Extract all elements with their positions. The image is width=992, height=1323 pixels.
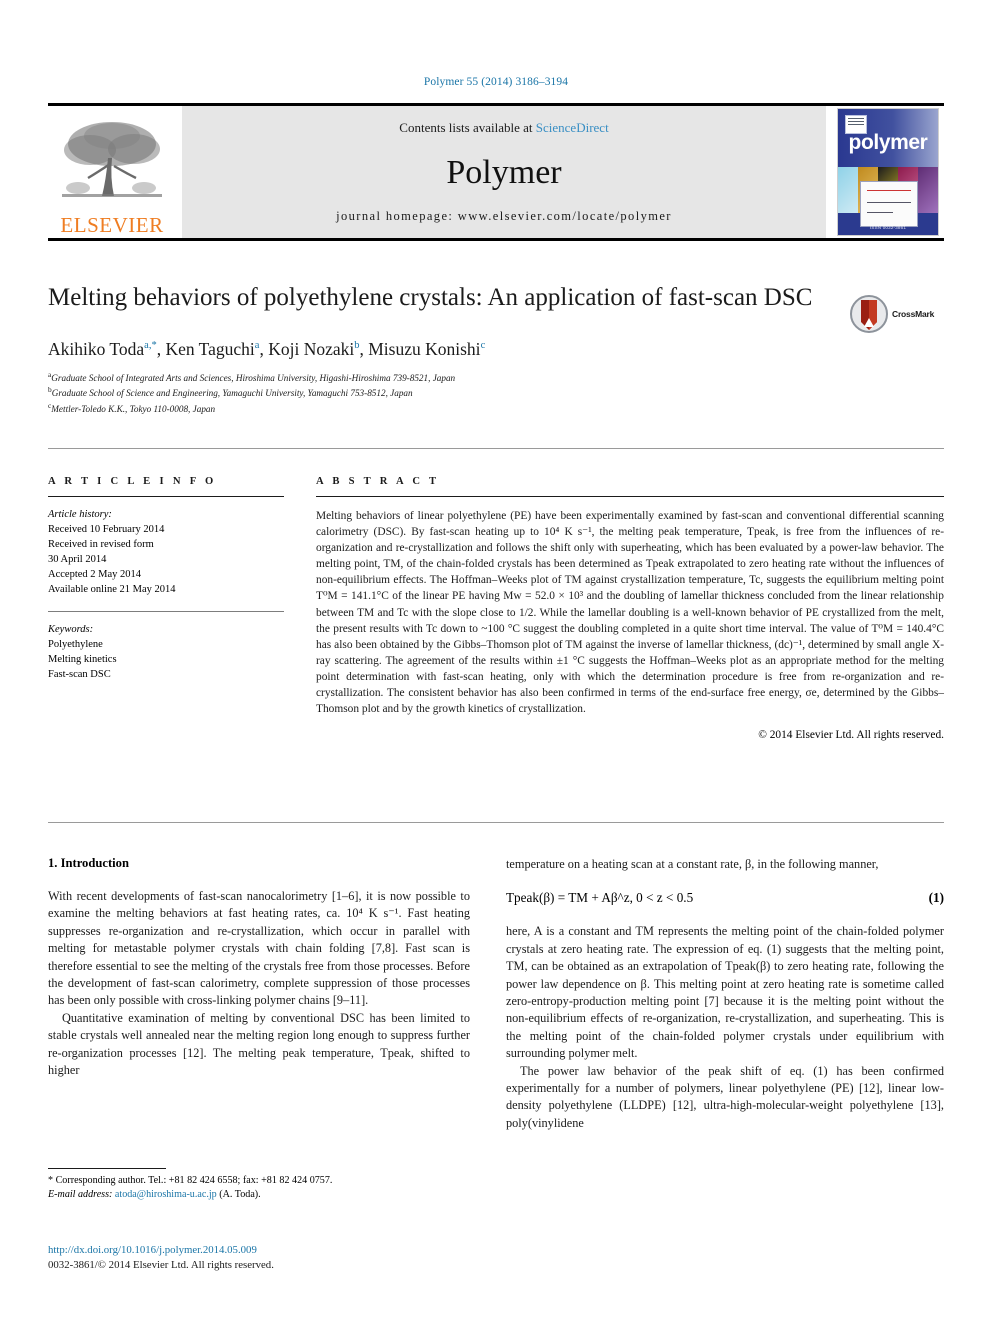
- sciencedirect-link[interactable]: ScienceDirect: [536, 120, 609, 135]
- abstract-copyright: © 2014 Elsevier Ltd. All rights reserved…: [758, 729, 944, 742]
- equation-number: (1): [928, 890, 944, 906]
- article-history-item: Received 10 February 2014: [48, 524, 165, 535]
- article-history-group: Article history: Received 10 February 20…: [48, 507, 284, 597]
- author-affil-marks[interactable]: a: [255, 340, 260, 351]
- paragraph: The power law behavior of the peak shift…: [506, 1063, 944, 1130]
- author-name: Ken Taguchi: [165, 338, 255, 359]
- masthead-center-band: Contents lists available at ScienceDirec…: [182, 106, 826, 238]
- email-line: E-mail address: atoda@hiroshima-u.ac.jp …: [48, 1188, 470, 1202]
- journal-homepage-line[interactable]: journal homepage: www.elsevier.com/locat…: [336, 209, 672, 224]
- article-history-item: Received in revised form: [48, 539, 154, 550]
- abstract-section-rule: [48, 448, 944, 449]
- affiliation: cMettler-Toledo K.K., Tokyo 110-0008, Ja…: [48, 400, 838, 416]
- running-head: Polymer 55 (2014) 3186–3194: [423, 76, 569, 88]
- crossmark-icon: [850, 295, 888, 333]
- body-column-left: 1. Introduction With recent developments…: [48, 856, 470, 1079]
- cover-footer-text: ISSN 0032-3861: [869, 225, 907, 230]
- author: Ken Taguchia: [165, 339, 259, 359]
- author-name: Misuzu Konishi: [368, 338, 481, 359]
- paragraph: With recent developments of fast-scan na…: [48, 889, 470, 1008]
- abstract-underline: [316, 496, 944, 497]
- author-affil-marks[interactable]: c: [481, 340, 486, 351]
- article-history-item: 30 April 2014: [48, 554, 107, 565]
- abstract-column: A B S T R A C T Melting behaviors of lin…: [316, 476, 944, 741]
- article-history-label: Article history:: [48, 509, 112, 520]
- journal-masthead: ELSEVIER Contents lists available at Sci…: [48, 103, 944, 241]
- affiliation-text: Mettler-Toledo K.K., Tokyo 110-0008, Jap…: [51, 404, 216, 415]
- body-section-rule: [48, 822, 944, 823]
- author: Koji Nozakib: [268, 339, 359, 359]
- corresponding-author-footnote: * Corresponding author. Tel.: +81 82 424…: [48, 1168, 470, 1203]
- affiliation-text: Graduate School of Integrated Arts and S…: [51, 372, 456, 383]
- affiliation: bGraduate School of Science and Engineer…: [48, 384, 838, 400]
- journal-cover: polymer ISSN 0032-3861: [832, 106, 944, 238]
- section-heading-introduction: 1. Introduction: [48, 856, 129, 870]
- abstract-text: Melting behaviors of linear polyethylene…: [316, 510, 944, 716]
- cover-journal-title: polymer: [848, 131, 928, 154]
- author-name: Koji Nozaki: [268, 338, 355, 359]
- keywords-label: Keywords:: [48, 624, 94, 635]
- affiliation: aGraduate School of Integrated Arts and …: [48, 369, 838, 385]
- email-link[interactable]: atoda@hiroshima-u.ac.jp: [115, 1189, 217, 1200]
- footnote-rule: [48, 1168, 166, 1169]
- equation-1: Tpeak(β) = TM + Aβ^z, 0 < z < 0.5 (1): [506, 890, 944, 906]
- article-history-item: Accepted 2 May 2014: [48, 569, 142, 580]
- keyword-item: Polyethylene: [48, 639, 103, 650]
- article-history-item: Available online 21 May 2014: [48, 584, 176, 595]
- paragraph: here, A is a constant and TM represents …: [506, 924, 944, 1061]
- journal-article-page: Polymer 55 (2014) 3186–3194 ELSEVIER Con…: [0, 0, 992, 1323]
- cover-inset-figure: [860, 181, 918, 227]
- author-name: Akihiko Toda: [48, 338, 145, 359]
- journal-title: Polymer: [446, 153, 562, 191]
- crossmark-label: CrossMark: [892, 309, 935, 319]
- doi-link[interactable]: http://dx.doi.org/10.1016/j.polymer.2014…: [48, 1243, 470, 1258]
- paragraph: Quantitative examination of melting by c…: [48, 1010, 470, 1078]
- author: Misuzu Konishic: [368, 339, 485, 359]
- issn-copyright-line: 0032-3861/© 2014 Elsevier Ltd. All right…: [48, 1258, 274, 1271]
- email-owner: (A. Toda).: [219, 1189, 261, 1201]
- keyword-item: Melting kinetics: [48, 654, 117, 665]
- elsevier-tree-icon: [62, 122, 162, 197]
- article-title: Melting behaviors of polyethylene crysta…: [48, 284, 813, 311]
- contents-available-line: Contents lists available at ScienceDirec…: [399, 120, 608, 136]
- author: Akihiko Todaa,*: [48, 339, 157, 359]
- body-column-right: temperature on a heating scan at a const…: [506, 856, 944, 1132]
- author-affil-marks[interactable]: b: [354, 340, 359, 351]
- article-info-column: A R T I C L E I N F O Article history: R…: [48, 476, 284, 682]
- affiliation-text: Graduate School of Science and Engineeri…: [51, 388, 413, 399]
- article-info-underline: [48, 496, 284, 497]
- contents-prefix: Contents lists available at: [399, 120, 536, 135]
- title-block: Melting behaviors of polyethylene crysta…: [48, 282, 838, 416]
- journal-cover-image: polymer ISSN 0032-3861: [837, 108, 939, 236]
- author-affil-marks[interactable]: a,*: [144, 340, 157, 351]
- abstract-heading: A B S T R A C T: [316, 476, 440, 487]
- article-info-heading: A R T I C L E I N F O: [48, 476, 217, 487]
- keywords-group: Keywords: Polyethylene Melting kinetics …: [48, 622, 284, 682]
- corresponding-author-line: * Corresponding author. Tel.: +81 82 424…: [48, 1175, 333, 1186]
- paragraph: temperature on a heating scan at a const…: [506, 857, 879, 871]
- author-list: Akihiko Todaa,*, Ken Taguchia, Koji Noza…: [48, 338, 486, 359]
- affiliation-list: aGraduate School of Integrated Arts and …: [48, 369, 838, 416]
- crossmark-badge[interactable]: CrossMark: [849, 292, 944, 336]
- footer-doi-block: http://dx.doi.org/10.1016/j.polymer.2014…: [48, 1243, 470, 1272]
- elsevier-wordmark: ELSEVIER: [60, 213, 164, 237]
- article-info-divider: [48, 611, 284, 612]
- equation-body: Tpeak(β) = TM + Aβ^z, 0 < z < 0.5: [506, 890, 694, 906]
- keyword-item: Fast-scan DSC: [48, 669, 111, 680]
- email-label: E-mail address:: [48, 1189, 113, 1201]
- elsevier-logo: ELSEVIER: [48, 106, 176, 238]
